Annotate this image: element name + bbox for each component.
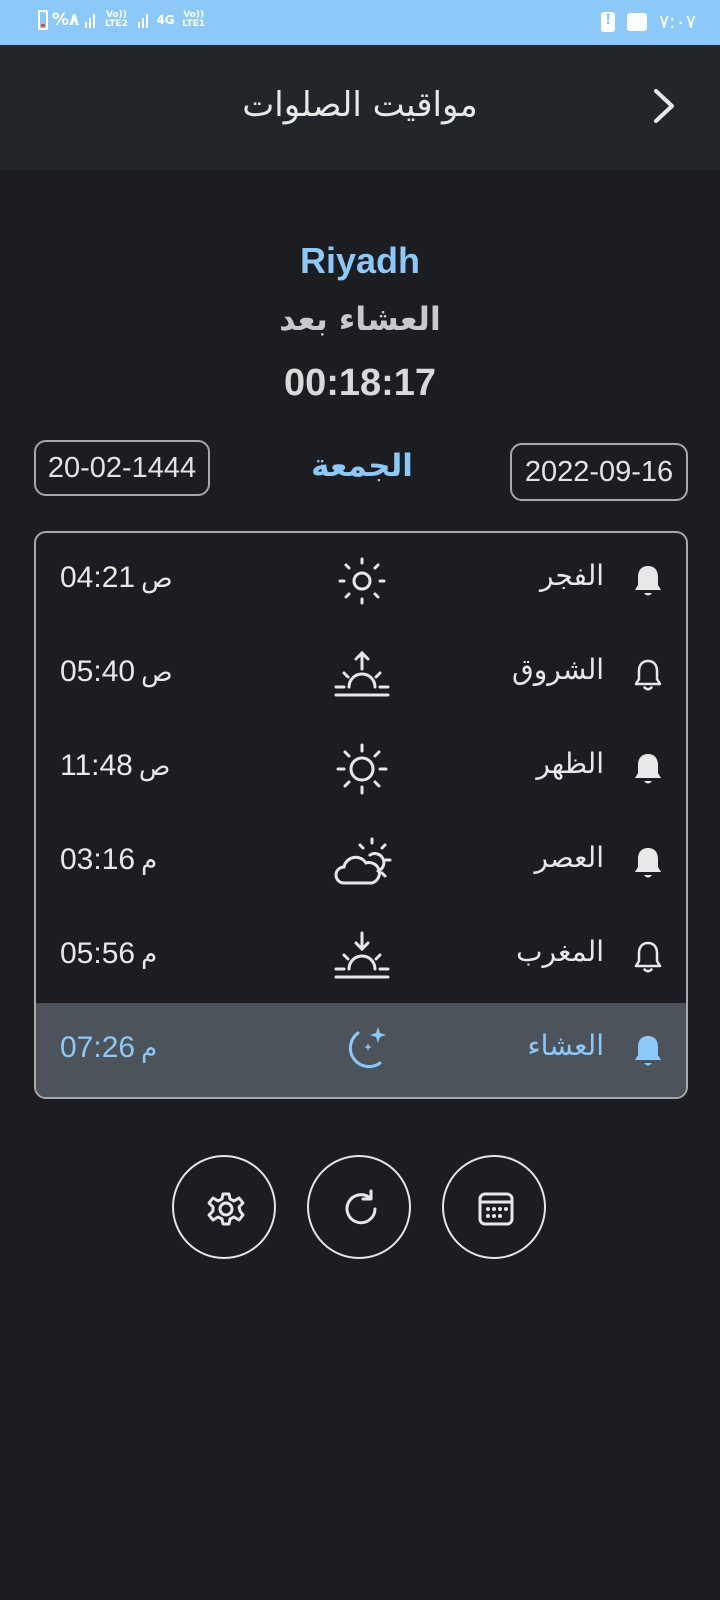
sim1-label: Vo)) LTE1: [182, 10, 206, 29]
battery-icon: [38, 10, 48, 30]
image-icon: [626, 13, 647, 31]
page-title: مواقيت الصلوات: [242, 85, 478, 125]
sunrise-icon: [334, 650, 390, 697]
city-name: Riyadh: [299, 240, 421, 281]
prayer-row-fajr[interactable]: 04:21 ص الفجر: [36, 533, 686, 627]
bell-outline-icon[interactable]: [632, 657, 664, 693]
status-right: ٧:٠٧: [600, 11, 696, 33]
prayer-row-shuruq[interactable]: 05:40 ص الشروق: [36, 627, 686, 721]
bell-filled-icon[interactable]: [632, 845, 664, 881]
sun-icon: [336, 743, 388, 795]
calendar-button[interactable]: [442, 1155, 546, 1259]
calendar-icon: [478, 1192, 514, 1226]
prayer-row-dhuhr[interactable]: 11:48 ص الظهر: [36, 721, 686, 815]
bell-filled-icon[interactable]: [632, 751, 664, 787]
bell-filled-icon[interactable]: [632, 563, 664, 599]
prayer-times-table: 04:21 ص الفجر 05:40 ص الشروق 11:48 ص الظ…: [34, 531, 688, 1099]
battery-alert-icon: [600, 12, 615, 32]
chevron-right-icon[interactable]: [648, 89, 682, 123]
prayer-name: المغرب: [516, 935, 604, 968]
sun-small-icon: [338, 557, 386, 605]
signal-icon: [85, 12, 97, 28]
next-prayer-label: العشاء بعد: [279, 300, 441, 338]
prayer-name: العصر: [534, 841, 604, 874]
bell-filled-icon[interactable]: [632, 1033, 664, 1069]
gregorian-date: 2022-09-16: [510, 443, 688, 501]
network-label: 4G: [156, 12, 175, 27]
sunset-icon: [334, 931, 390, 979]
prayer-time: 05:56 م: [60, 937, 158, 970]
prayer-name: العشاء: [527, 1029, 605, 1062]
prayer-name: الفجر: [540, 559, 604, 592]
refresh-button[interactable]: [307, 1155, 411, 1259]
prayer-time: 04:21 ص: [60, 561, 173, 594]
status-bar: %٨ Vo)) LTE2 4G Vo)) LTE1 ٧:٠٧: [0, 0, 720, 45]
gear-icon: [207, 1192, 245, 1226]
moon-stars-icon: [348, 1027, 386, 1069]
cloud-sun-icon: [334, 837, 392, 885]
prayer-time: 07:26 م: [60, 1031, 158, 1064]
countdown-timer: 00:18:17: [283, 362, 437, 404]
status-time: ٧:٠٧: [658, 11, 696, 33]
signal-icon-2: [138, 12, 150, 28]
settings-button[interactable]: [172, 1155, 276, 1259]
prayer-row-maghrib[interactable]: 05:56 م المغرب: [36, 909, 686, 1003]
day-name: الجمعة: [311, 448, 413, 484]
refresh-icon: [345, 1189, 377, 1225]
prayer-name: الشروق: [512, 653, 604, 686]
sim2-label: Vo)) LTE2: [105, 10, 128, 29]
prayer-time: 05:40 ص: [60, 655, 173, 688]
bell-outline-icon[interactable]: [632, 939, 664, 975]
app-bar: مواقيت الصلوات: [0, 45, 720, 170]
hijri-date: 20-02-1444: [34, 440, 210, 496]
prayer-row-isha[interactable]: 07:26 م العشاء: [36, 1003, 686, 1097]
prayer-time: 11:48 ص: [60, 749, 171, 782]
status-left: %٨ Vo)) LTE2 4G Vo)) LTE1: [38, 10, 210, 30]
prayer-row-asr[interactable]: 03:16 م العصر: [36, 815, 686, 909]
prayer-name: الظهر: [536, 747, 604, 780]
prayer-time: 03:16 م: [60, 843, 158, 876]
battery-percent: %٨: [52, 10, 80, 30]
